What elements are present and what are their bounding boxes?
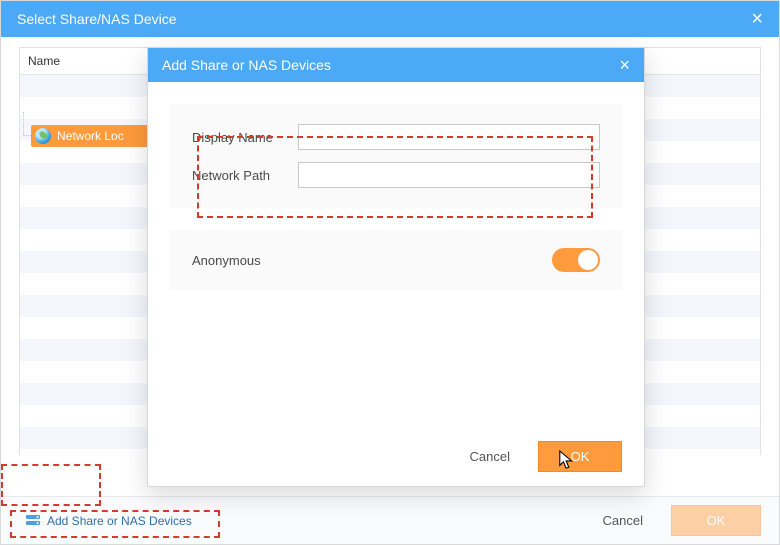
main-titlebar: Select Share/NAS Device × [1, 1, 779, 37]
dialog-titlebar: Add Share or NAS Devices × [148, 48, 644, 82]
dialog-footer: Cancel OK [148, 427, 644, 486]
add-share-link-label: Add Share or NAS Devices [47, 514, 192, 528]
dialog-cancel-button[interactable]: Cancel [460, 443, 520, 470]
column-header-name-label: Name [28, 54, 60, 68]
anonymous-toggle[interactable] [552, 248, 600, 272]
dialog-body: Display Name Network Path Anonymous [148, 82, 644, 290]
tree-item-label: Network Loc [57, 129, 124, 143]
network-path-input[interactable] [298, 162, 600, 188]
main-cancel-button[interactable]: Cancel [593, 507, 653, 534]
main-window: Select Share/NAS Device × Name Network L… [0, 0, 780, 545]
display-name-row: Display Name [192, 124, 600, 150]
anonymous-panel: Anonymous [170, 230, 622, 290]
display-name-label: Display Name [192, 130, 290, 145]
anonymous-label: Anonymous [192, 253, 261, 268]
tree-item-network-location[interactable]: Network Loc [31, 125, 151, 147]
add-share-dialog: Add Share or NAS Devices × Display Name … [147, 47, 645, 487]
main-title: Select Share/NAS Device [17, 11, 177, 27]
dialog-ok-button[interactable]: OK [538, 441, 622, 472]
main-footer: Add Share or NAS Devices Cancel OK [1, 496, 779, 544]
nas-icon [25, 514, 41, 528]
display-name-input[interactable] [298, 124, 600, 150]
close-icon[interactable]: × [751, 9, 763, 29]
globe-icon [35, 128, 51, 144]
dialog-close-icon[interactable]: × [619, 55, 630, 76]
add-share-link[interactable]: Add Share or NAS Devices [19, 510, 198, 532]
footer-right: Cancel OK [593, 505, 761, 536]
network-path-row: Network Path [192, 162, 600, 188]
network-path-label: Network Path [192, 168, 290, 183]
main-ok-button[interactable]: OK [671, 505, 761, 536]
form-panel: Display Name Network Path [170, 104, 622, 208]
dialog-title: Add Share or NAS Devices [162, 57, 331, 73]
